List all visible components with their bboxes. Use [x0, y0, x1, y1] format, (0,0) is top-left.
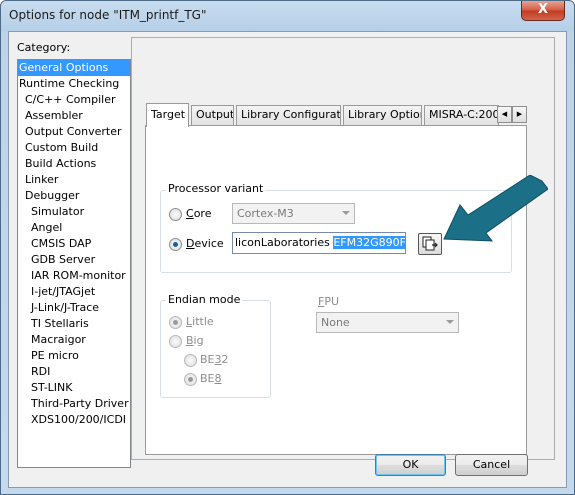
category-item[interactable]: PE micro [18, 348, 130, 364]
category-item[interactable]: CMSIS DAP [18, 236, 130, 252]
category-item[interactable]: Assembler [18, 108, 130, 124]
category-list[interactable]: General Options Runtime Checking C/C++ Com… [17, 59, 131, 468]
be8-label: BE8 [200, 372, 222, 385]
category-item[interactable]: Output Converter [18, 124, 130, 140]
category-item[interactable]: Third-Party Driver [18, 396, 130, 412]
endian-mode-title: Endian mode [166, 293, 243, 306]
device-label: Device [186, 237, 224, 250]
category-item[interactable]: TI Stellaris [18, 316, 130, 332]
title-bar[interactable]: Options for node "ITM_printf_TG" [1, 1, 574, 31]
tab-scroll-left-icon[interactable]: ◀ [497, 106, 512, 123]
category-item[interactable]: Custom Build [18, 140, 130, 156]
category-item[interactable]: I-jet/JTAGjet [18, 284, 130, 300]
category-label: Category: [17, 41, 71, 54]
category-item[interactable]: J-Link/J-Trace [18, 300, 130, 316]
category-item[interactable]: Linker [18, 172, 130, 188]
big-label: Big [186, 334, 204, 347]
device-text: liconLaboratories [235, 236, 334, 249]
category-item[interactable]: Runtime Checking [18, 76, 130, 92]
category-item[interactable]: Simulator [18, 204, 130, 220]
core-radio[interactable] [169, 208, 182, 221]
category-item[interactable]: XDS100/200/ICDI [18, 412, 130, 428]
fpu-select: None [316, 312, 459, 333]
little-label: Little [186, 315, 214, 328]
category-item[interactable]: RDI [18, 364, 130, 380]
category-item[interactable]: GDB Server [18, 252, 130, 268]
category-item[interactable]: C/C++ Compiler [18, 92, 130, 108]
little-radio[interactable] [169, 316, 182, 329]
tab-library-options[interactable]: Library Options [343, 105, 422, 125]
tab-target[interactable]: Target [146, 103, 189, 127]
device-radio[interactable] [169, 238, 182, 251]
tab-output[interactable]: Output [191, 105, 234, 125]
tab-misra-c[interactable]: MISRA-C:2004 [424, 105, 499, 125]
chevron-down-icon [342, 211, 350, 215]
category-item[interactable]: Macraigor [18, 332, 130, 348]
category-item[interactable]: Build Actions [18, 156, 130, 172]
category-item[interactable]: Angel [18, 220, 130, 236]
be8-radio[interactable] [184, 373, 197, 386]
cancel-button[interactable]: Cancel [455, 454, 528, 476]
fpu-label: FPU [318, 295, 340, 308]
device-field[interactable]: liconLaboratories EFM32G890F128 [232, 232, 406, 254]
core-select: Cortex-M3 [232, 203, 355, 224]
core-select-value: Cortex-M3 [237, 207, 294, 220]
window-title: Options for node "ITM_printf_TG" [9, 8, 207, 22]
device-select-icon [422, 236, 438, 251]
be32-label: BE32 [200, 353, 229, 366]
category-item[interactable]: Debugger [18, 188, 130, 204]
device-text-selected: EFM32G890F128 [333, 236, 405, 249]
chevron-down-icon [446, 320, 454, 324]
close-button[interactable]: X [521, 1, 565, 21]
big-radio[interactable] [169, 335, 182, 348]
category-item[interactable]: General Options [18, 60, 130, 76]
tab-library-configuration[interactable]: Library Configuration [236, 105, 341, 125]
tab-scroll-buttons: ◀ ▶ [497, 106, 527, 123]
core-label: Core [186, 207, 212, 220]
be32-radio[interactable] [184, 354, 197, 367]
fpu-select-value: None [321, 316, 350, 329]
processor-variant-title: Processor variant [166, 182, 266, 195]
callout-arrow-icon [443, 175, 548, 242]
tab-scroll-right-icon[interactable]: ▶ [512, 106, 527, 123]
category-item[interactable]: IAR ROM-monitor [18, 268, 130, 284]
category-item[interactable]: ST-LINK [18, 380, 130, 396]
ok-button[interactable]: OK [375, 454, 446, 476]
